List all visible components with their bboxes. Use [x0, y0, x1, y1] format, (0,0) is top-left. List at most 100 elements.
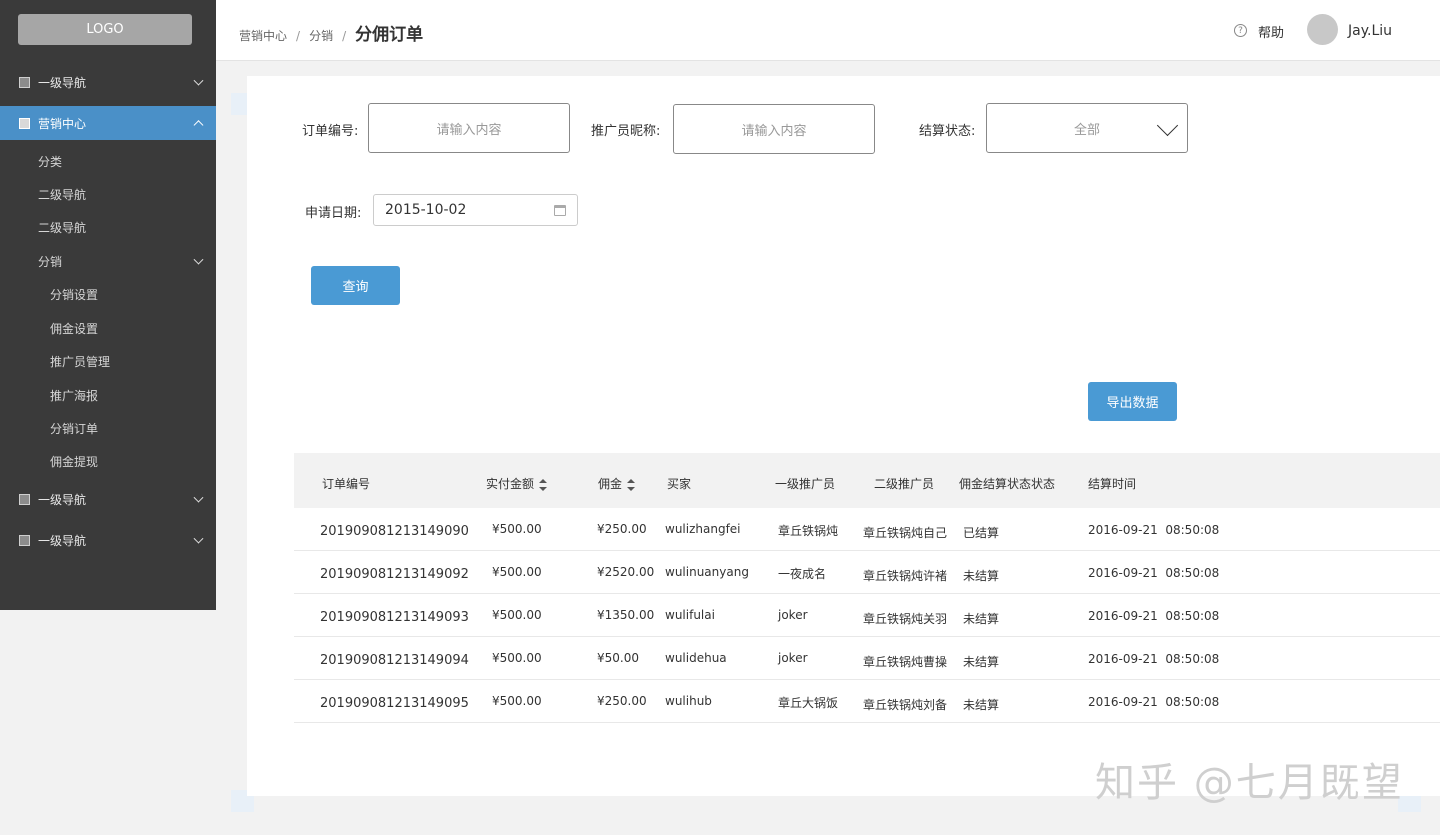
sidebar-item-nav-1[interactable]: 一级导航: [0, 65, 216, 99]
sidebar-item-subnav-2[interactable]: 二级导航: [0, 212, 216, 242]
cell-level1-promoter: joker: [778, 651, 808, 665]
column-header-buyer: 买家: [667, 477, 692, 491]
sidebar-item-label: 分销: [38, 254, 63, 269]
column-header-level1-promoter: 一级推广员: [775, 477, 836, 491]
sidebar-item-distribution-settings[interactable]: 分销设置: [0, 279, 216, 309]
help-link[interactable]: 帮助: [1258, 22, 1284, 41]
chevron-down-icon: [193, 533, 204, 544]
sidebar-item-label: 推广海报: [50, 388, 99, 403]
cell-commission: ¥250.00: [597, 694, 647, 708]
column-header-paid-amount[interactable]: 实付金额: [486, 475, 548, 492]
sidebar-item-commission-withdraw[interactable]: 佣金提现: [0, 446, 216, 476]
cell-level1-promoter: 章丘大锅饭: [778, 696, 839, 710]
sidebar-item-label: 营销中心: [38, 116, 87, 131]
status-select-value: 全部: [1073, 122, 1100, 138]
cell-commission: ¥250.00: [597, 522, 647, 536]
page-title: 分佣订单: [355, 25, 424, 45]
cell-settle-time: 2016-09-21 08:50:08: [1088, 523, 1220, 537]
cell-paid-amount: ¥500.00: [492, 608, 542, 622]
chevron-down-icon: [193, 492, 204, 503]
breadcrumb-separator: /: [296, 29, 301, 43]
sidebar-item-nav-2[interactable]: 一级导航: [0, 482, 216, 516]
sidebar-item-label: 分销订单: [50, 421, 99, 436]
cell-level2-promoter: 章丘铁锅炖许褚: [863, 569, 948, 583]
table-row[interactable]: 201909081213149095 ¥500.00 ¥250.00 wulih…: [294, 680, 1440, 723]
sidebar-item-marketing[interactable]: 营销中心: [0, 106, 216, 140]
table-row[interactable]: 201909081213149093 ¥500.00 ¥1350.00 wuli…: [294, 594, 1440, 637]
column-header-level2-promoter: 二级推广员: [874, 477, 935, 491]
cell-settle-status: 未结算: [963, 698, 1000, 712]
cell-order-no: 201909081213149095: [320, 696, 469, 711]
watermark: 知乎 @七月既望: [1095, 760, 1404, 806]
column-header-settle-time: 结算时间: [1088, 477, 1137, 491]
sort-icon[interactable]: [539, 478, 548, 491]
sidebar-item-label: 分类: [38, 154, 63, 169]
breadcrumb-item-marketing[interactable]: 营销中心: [239, 27, 287, 44]
cell-settle-time: 2016-09-21 08:50:08: [1088, 652, 1220, 666]
cell-level2-promoter: 章丘铁锅炖关羽: [863, 612, 948, 626]
cell-order-no: 201909081213149093: [320, 610, 469, 625]
help-icon[interactable]: ?: [1234, 24, 1247, 37]
cell-commission: ¥1350.00: [597, 608, 655, 622]
content-panel: 订单编号: 请输入内容 推广员昵称: 请输入内容 结算状态: 全部 申请日期: …: [247, 76, 1440, 796]
query-button[interactable]: 查询: [311, 266, 400, 305]
sidebar-item-distribution[interactable]: 分销: [0, 246, 216, 276]
cell-settle-status: 未结算: [963, 612, 1000, 626]
cell-paid-amount: ¥500.00: [492, 522, 542, 536]
orders-table: 订单编号 实付金额 佣金 买家 一级推广员 二级推广员 佣金结算状态状态 结算时…: [294, 453, 1440, 723]
calendar-icon[interactable]: [554, 205, 566, 216]
cell-level1-promoter: joker: [778, 608, 808, 622]
column-header-commission[interactable]: 佣金: [598, 475, 636, 492]
cell-paid-amount: ¥500.00: [492, 651, 542, 665]
promoter-input[interactable]: 请输入内容: [673, 104, 875, 154]
cell-order-no: 201909081213149092: [320, 567, 469, 582]
chevron-down-icon: [193, 254, 204, 265]
date-label: 申请日期:: [305, 206, 362, 221]
cell-level2-promoter: 章丘铁锅炖曹操: [863, 655, 948, 669]
sidebar-panel: LOGO 一级导航 营销中心 分类 二级导航 二级导航 分销 分销设置 佣金设置…: [0, 0, 216, 610]
cell-settle-time: 2016-09-21 08:50:08: [1088, 695, 1220, 709]
sidebar-item-label: 二级导航: [38, 187, 87, 202]
sidebar-item-label: 二级导航: [38, 220, 87, 235]
sidebar-item-label: 一级导航: [38, 533, 87, 548]
cell-paid-amount: ¥500.00: [492, 694, 542, 708]
sidebar-item-label: 推广员管理: [50, 354, 111, 369]
avatar[interactable]: [1307, 14, 1338, 45]
table-row[interactable]: 201909081213149092 ¥500.00 ¥2520.00 wuli…: [294, 551, 1440, 594]
cell-level1-promoter: 章丘铁锅炖: [778, 524, 839, 538]
breadcrumb: 营销中心 / 分销 / 分佣订单: [239, 20, 423, 45]
sidebar-item-label: 一级导航: [38, 492, 87, 507]
sidebar-item-distribution-orders[interactable]: 分销订单: [0, 413, 216, 443]
export-button[interactable]: 导出数据: [1088, 382, 1177, 421]
sidebar: LOGO 一级导航 营销中心 分类 二级导航 二级导航 分销 分销设置 佣金设置…: [0, 0, 216, 835]
column-header-label: 实付金额: [486, 477, 535, 491]
sidebar-item-promo-poster[interactable]: 推广海报: [0, 380, 216, 410]
breadcrumb-separator: /: [342, 29, 347, 43]
order-no-input[interactable]: 请输入内容: [368, 103, 570, 153]
sort-icon[interactable]: [627, 478, 636, 491]
cell-level2-promoter: 章丘铁锅炖自己: [863, 526, 948, 540]
breadcrumb-item-distribution[interactable]: 分销: [309, 27, 333, 44]
cell-commission: ¥2520.00: [597, 565, 655, 579]
cell-buyer: wulidehua: [665, 651, 727, 665]
sidebar-item-label: 分销设置: [50, 287, 99, 302]
cell-settle-status: 未结算: [963, 655, 1000, 669]
square-icon: [19, 117, 30, 129]
status-select[interactable]: 全部: [986, 103, 1188, 153]
sidebar-item-subnav-1[interactable]: 二级导航: [0, 179, 216, 209]
header: 营销中心 / 分销 / 分佣订单 ? 帮助 Jay.Liu: [216, 0, 1440, 61]
table-row[interactable]: 201909081213149094 ¥500.00 ¥50.00 wulide…: [294, 637, 1440, 680]
column-header-order-no: 订单编号: [322, 477, 371, 491]
cell-settle-status: 未结算: [963, 569, 1000, 583]
sidebar-item-commission-settings[interactable]: 佣金设置: [0, 313, 216, 343]
chevron-down-icon: [193, 75, 204, 86]
sidebar-item-promoter-management[interactable]: 推广员管理: [0, 346, 216, 376]
table-row[interactable]: 201909081213149090 ¥500.00 ¥250.00 wuliz…: [294, 508, 1440, 551]
date-input[interactable]: 2015-10-02: [373, 194, 578, 226]
column-header-label: 佣金: [598, 477, 623, 491]
sidebar-item-category[interactable]: 分类: [0, 146, 216, 176]
sidebar-item-nav-3[interactable]: 一级导航: [0, 523, 216, 557]
cell-buyer: wulihub: [665, 694, 712, 708]
username[interactable]: Jay.Liu: [1348, 23, 1392, 39]
cell-order-no: 201909081213149094: [320, 653, 469, 668]
